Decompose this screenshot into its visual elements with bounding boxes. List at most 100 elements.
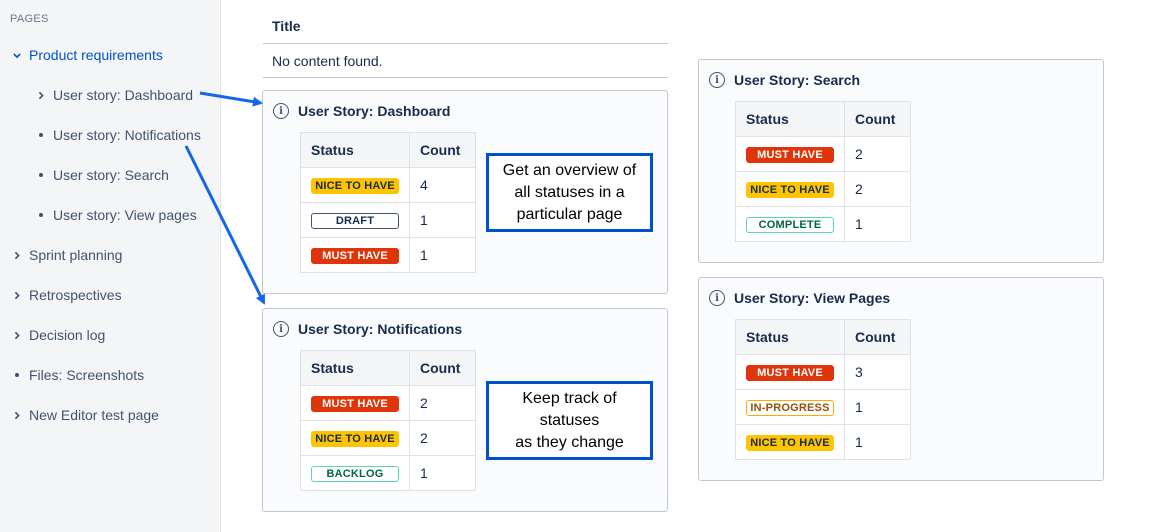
chevron-right-icon bbox=[13, 331, 21, 339]
sidebar-item-new-editor-test-page[interactable]: New Editor test page bbox=[13, 404, 159, 426]
sidebar-heading: PAGES bbox=[10, 13, 49, 25]
sidebar-item-label: Decision log bbox=[29, 327, 106, 343]
callout-line: as they change bbox=[515, 433, 624, 451]
chevron-right-icon bbox=[13, 411, 21, 419]
bullet-icon bbox=[13, 373, 21, 377]
chevron-right-icon bbox=[13, 251, 21, 259]
panel-header: i User Story: Search bbox=[709, 72, 860, 88]
count-column-header: Count bbox=[844, 319, 911, 355]
sidebar-item-label: User story: Search bbox=[53, 167, 169, 183]
sidebar-item-label: Product requirements bbox=[29, 47, 163, 63]
status-lozenge: NICE TO HAVE bbox=[311, 178, 399, 194]
table-row: IN-PROGRESS 1 bbox=[735, 389, 911, 425]
status-lozenge: MUST HAVE bbox=[746, 365, 834, 381]
sidebar-item-user-story-search[interactable]: User story: Search bbox=[37, 164, 169, 186]
sidebar-item-sprint-planning[interactable]: Sprint planning bbox=[13, 244, 122, 266]
count-cell: 2 bbox=[844, 171, 911, 207]
count-cell: 1 bbox=[409, 237, 476, 273]
count-cell: 2 bbox=[409, 385, 476, 421]
status-table: Status Count NICE TO HAVE 4 DRAFT 1 MUST… bbox=[300, 132, 476, 273]
sidebar-item-label: User story: Notifications bbox=[53, 127, 201, 143]
panel-title: User Story: Search bbox=[734, 72, 861, 88]
table-row: COMPLETE 1 bbox=[735, 206, 911, 242]
status-lozenge: MUST HAVE bbox=[311, 396, 399, 412]
count-column-header: Count bbox=[409, 350, 476, 386]
bullet-icon bbox=[37, 213, 45, 217]
status-lozenge: NICE TO HAVE bbox=[746, 435, 834, 451]
table-row: DRAFT 1 bbox=[300, 202, 476, 238]
chevron-down-icon bbox=[13, 51, 21, 59]
sidebar-item-user-story-dashboard[interactable]: User story: Dashboard bbox=[37, 84, 193, 106]
callout-overview: Get an overview of all statuses in a par… bbox=[486, 153, 653, 232]
sidebar-item-product-requirements[interactable]: Product requirements bbox=[13, 44, 163, 66]
status-lozenge: DRAFT bbox=[311, 213, 399, 229]
count-cell: 1 bbox=[409, 202, 476, 238]
sidebar-item-retrospectives[interactable]: Retrospectives bbox=[13, 284, 122, 306]
count-cell: 2 bbox=[409, 420, 476, 456]
table-row: NICE TO HAVE 1 bbox=[735, 424, 911, 460]
sidebar-item-user-story-view-pages[interactable]: User story: View pages bbox=[37, 204, 197, 226]
info-icon: i bbox=[273, 321, 289, 337]
status-lozenge: MUST HAVE bbox=[311, 248, 399, 264]
panel-title: User Story: View Pages bbox=[734, 290, 891, 306]
sidebar-item-label: User story: View pages bbox=[53, 207, 197, 223]
info-icon: i bbox=[709, 290, 725, 306]
callout-track: Keep track of statuses as they change bbox=[486, 381, 653, 460]
panel-header: i User Story: Notifications bbox=[273, 321, 462, 337]
sidebar-item-user-story-notifications[interactable]: User story: Notifications bbox=[37, 124, 201, 146]
status-table: Status Count MUST HAVE 2 NICE TO HAVE 2 … bbox=[735, 101, 911, 242]
callout-line: statuses bbox=[539, 411, 600, 429]
sidebar-item-label: User story: Dashboard bbox=[53, 87, 194, 103]
count-column-header: Count bbox=[409, 132, 476, 168]
bullet-icon bbox=[37, 133, 45, 137]
status-lozenge: MUST HAVE bbox=[746, 147, 834, 163]
status-column-header: Status bbox=[300, 132, 410, 168]
callout-line: all statuses in a bbox=[514, 183, 625, 201]
chevron-right-icon bbox=[37, 91, 45, 99]
count-cell: 1 bbox=[409, 455, 476, 491]
callout-line: particular page bbox=[516, 205, 623, 223]
empty-message: No content found. bbox=[263, 44, 668, 78]
panel-view-pages: i User Story: View Pages Status Count MU… bbox=[698, 277, 1104, 481]
panel-header: i User Story: Dashboard bbox=[273, 103, 450, 119]
sidebar-item-label: Files: Screenshots bbox=[29, 367, 145, 383]
status-table: Status Count MUST HAVE 3 IN-PROGRESS 1 N… bbox=[735, 319, 911, 460]
count-cell: 1 bbox=[844, 206, 911, 242]
table-row: NICE TO HAVE 2 bbox=[300, 420, 476, 456]
sidebar-item-label: Sprint planning bbox=[29, 247, 123, 263]
callout-line: Get an overview of bbox=[502, 161, 637, 179]
table-row: NICE TO HAVE 4 bbox=[300, 167, 476, 203]
table-row: MUST HAVE 3 bbox=[735, 354, 911, 390]
status-column-header: Status bbox=[735, 101, 845, 137]
sidebar-item-label: New Editor test page bbox=[29, 407, 159, 423]
status-column-header: Status bbox=[735, 319, 845, 355]
sidebar-item-label: Retrospectives bbox=[29, 287, 122, 303]
callout-line: Keep track of bbox=[522, 389, 617, 407]
info-icon: i bbox=[709, 72, 725, 88]
sidebar-item-decision-log[interactable]: Decision log bbox=[13, 324, 105, 346]
count-cell: 1 bbox=[844, 389, 911, 425]
panel-title: User Story: Notifications bbox=[298, 321, 463, 337]
count-cell: 3 bbox=[844, 354, 911, 390]
status-lozenge: NICE TO HAVE bbox=[746, 182, 834, 198]
sidebar-item-files-screenshots[interactable]: Files: Screenshots bbox=[13, 364, 144, 386]
table-row: MUST HAVE 2 bbox=[300, 385, 476, 421]
table-row: NICE TO HAVE 2 bbox=[735, 171, 911, 207]
count-cell: 1 bbox=[844, 424, 911, 460]
title-column-header[interactable]: Title bbox=[263, 16, 668, 44]
table-row: MUST HAVE 1 bbox=[300, 237, 476, 273]
count-cell: 4 bbox=[409, 167, 476, 203]
info-icon: i bbox=[273, 103, 289, 119]
status-lozenge: COMPLETE bbox=[746, 217, 834, 233]
table-row: MUST HAVE 2 bbox=[735, 136, 911, 172]
table-row: BACKLOG 1 bbox=[300, 455, 476, 491]
status-column-header: Status bbox=[300, 350, 410, 386]
count-cell: 2 bbox=[844, 136, 911, 172]
chevron-right-icon bbox=[13, 291, 21, 299]
status-lozenge: BACKLOG bbox=[311, 466, 399, 482]
panel-header: i User Story: View Pages bbox=[709, 290, 890, 306]
title-table: Title No content found. bbox=[263, 16, 668, 78]
panel-search: i User Story: Search Status Count MUST H… bbox=[698, 59, 1104, 263]
bullet-icon bbox=[37, 173, 45, 177]
count-column-header: Count bbox=[844, 101, 911, 137]
